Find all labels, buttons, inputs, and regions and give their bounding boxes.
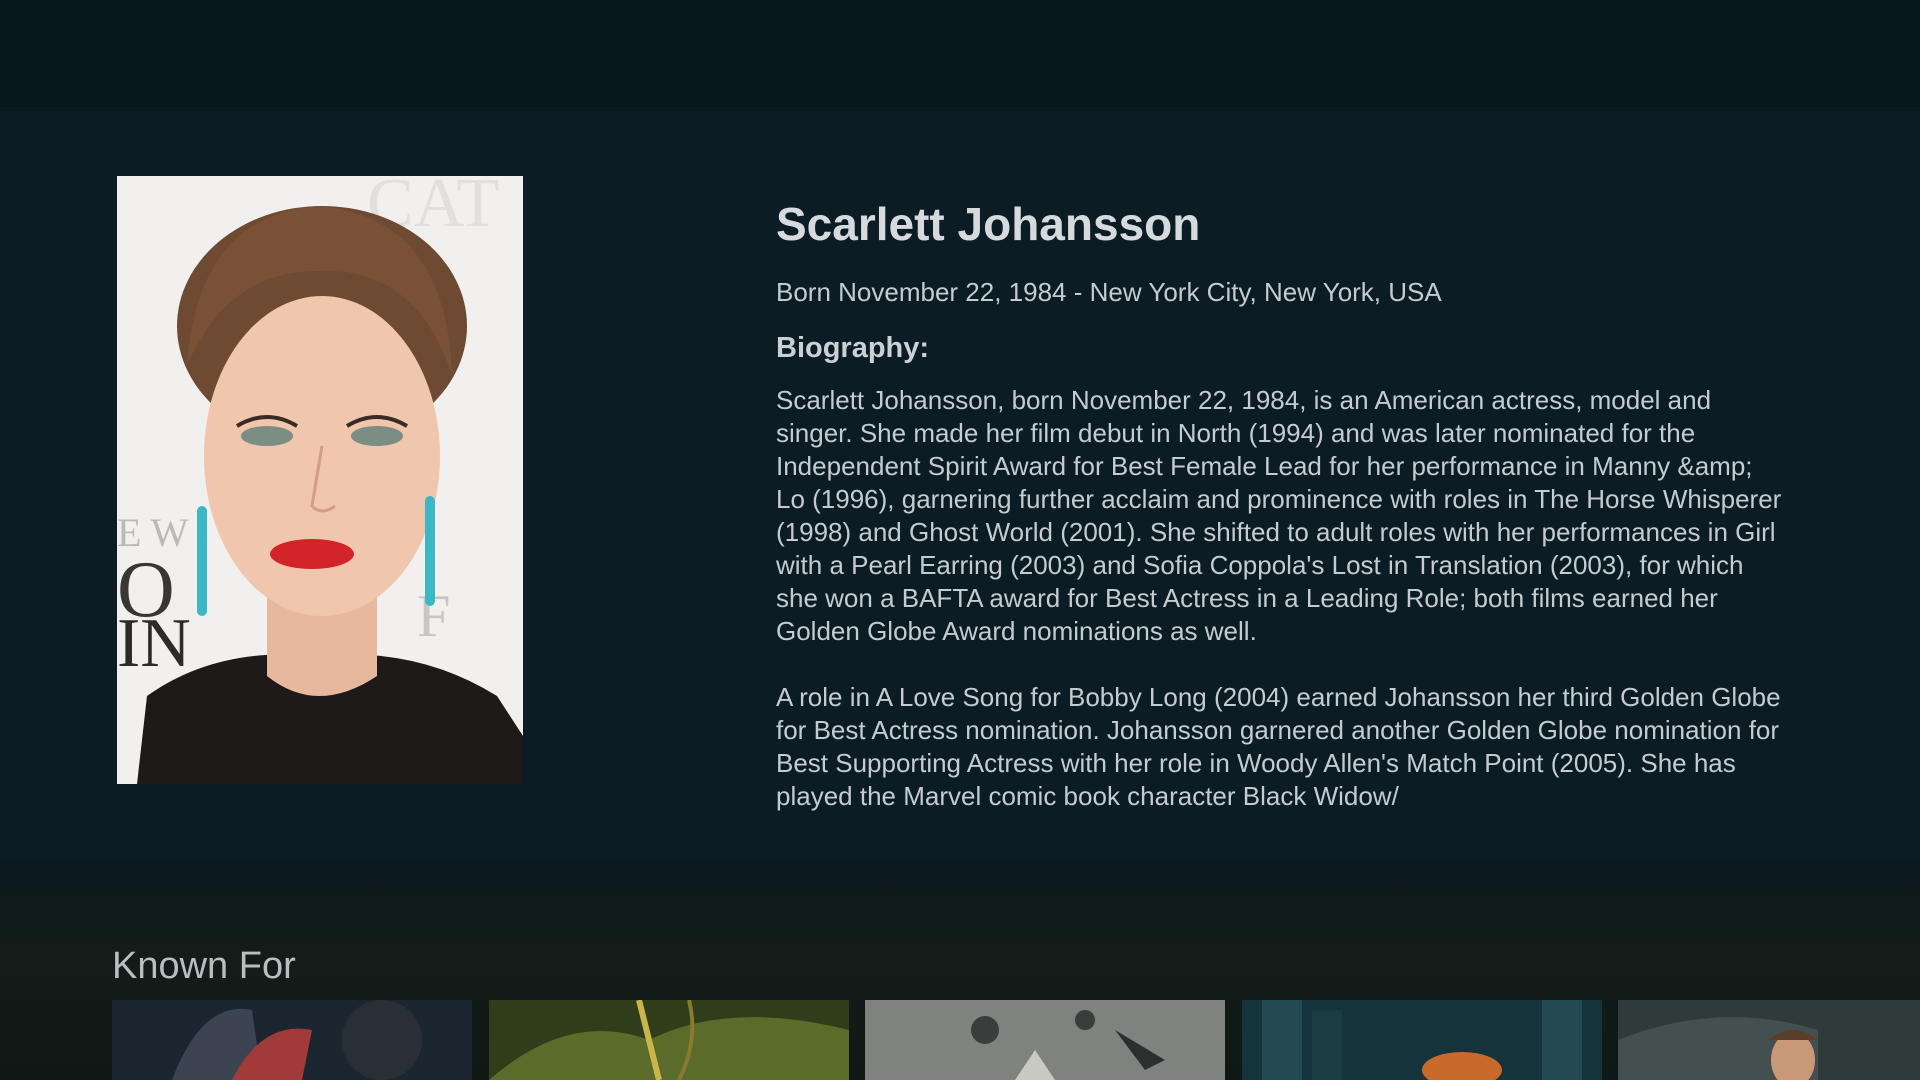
poster-shield-hero-icon: [112, 1000, 472, 1080]
poster-hero-portrait-icon: [1618, 1000, 1920, 1080]
known-for-title: Known For: [112, 945, 296, 987]
top-bar: [0, 0, 1920, 111]
biography-paragraph: A role in A Love Song for Bobby Long (20…: [776, 682, 1781, 811]
birth-info: Born November 22, 1984 - New York City, …: [776, 277, 1442, 307]
poster-card[interactable]: [489, 1000, 849, 1080]
poster-jungle-icon: [489, 1000, 849, 1080]
poster-city-fire-icon: [1242, 1000, 1602, 1080]
poster-card[interactable]: [865, 1000, 1225, 1080]
person-detail-panel: CAT E W O IN F Scarlett Johansson Born N…: [0, 111, 1920, 860]
known-for-section: Known For: [0, 860, 1920, 1080]
poster-battle-sky-icon: [865, 1000, 1225, 1080]
person-info: Scarlett Johansson Born November 22, 198…: [776, 197, 1786, 814]
portrait-photo: CAT E W O IN F: [117, 176, 523, 784]
svg-text:IN: IN: [117, 605, 191, 682]
biography-text[interactable]: Scarlett Johansson, born November 22, 19…: [776, 384, 1786, 814]
biography-paragraph: Scarlett Johansson, born November 22, 19…: [776, 385, 1782, 646]
biography-heading: Biography:: [776, 332, 930, 364]
poster-card[interactable]: [1242, 1000, 1602, 1080]
poster-card[interactable]: [1618, 1000, 1920, 1080]
person-name: Scarlett Johansson: [776, 198, 1201, 250]
poster-card[interactable]: [112, 1000, 472, 1080]
known-for-row: [0, 1000, 1920, 1080]
